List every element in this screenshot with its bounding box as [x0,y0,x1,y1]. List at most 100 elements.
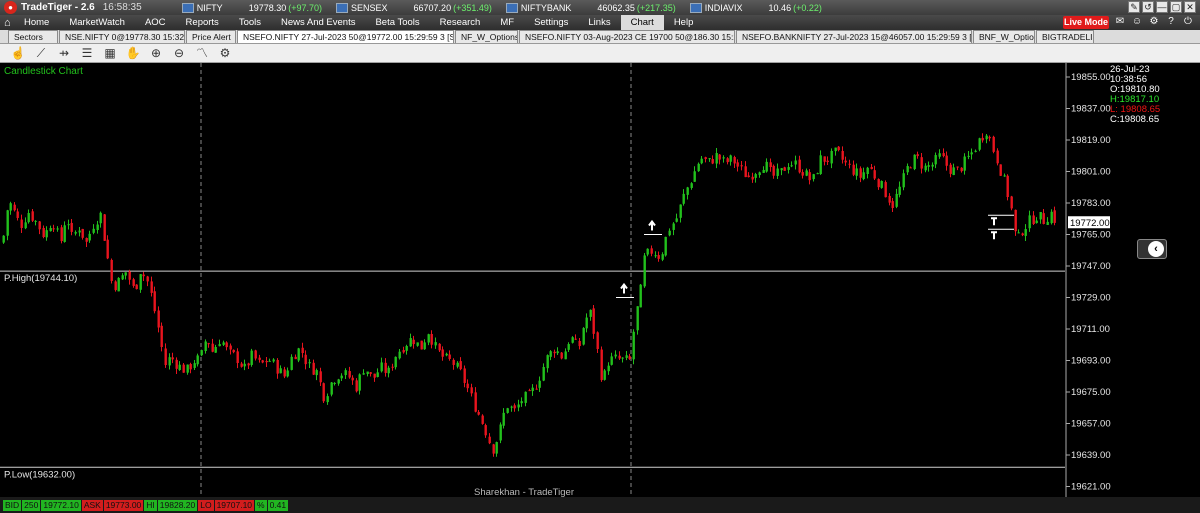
candle-body [42,227,45,238]
menu-item-marketwatch[interactable]: MarketWatch [59,15,135,30]
candle-body [218,344,221,347]
y-tick-label: 19639.00 [1071,450,1111,461]
gann-tool-icon[interactable]: ▦ [102,45,118,61]
candle-body [1006,175,1009,198]
tab-4[interactable]: NF_W_Options [455,30,518,43]
line-tool-icon[interactable]: ⇸ [56,45,72,61]
close-icon[interactable]: ✕ [1184,1,1196,13]
candle-body [812,174,815,180]
menu-item-reports[interactable]: Reports [176,15,229,30]
candle-body [664,236,667,256]
candle-body [175,359,178,369]
home-icon[interactable]: ⌂ [4,17,18,29]
candle-body [204,341,207,352]
candle-body [841,150,844,160]
candle-body [679,204,682,218]
candle-body [225,342,228,348]
edit-icon[interactable]: ✎ [1128,1,1140,13]
refresh-icon[interactable]: ↺ [1142,1,1154,13]
chart-settings-icon[interactable]: ⚙ [217,45,233,61]
user-icon[interactable]: ☺ [1131,16,1143,28]
zoom-in-icon[interactable]: ⊕ [148,45,164,61]
candle-body [398,351,401,359]
menu-item-links[interactable]: Links [578,15,620,30]
minimize-icon[interactable]: — [1156,1,1168,13]
menu-item-chart[interactable]: Chart [620,15,664,30]
candle-body [873,170,876,179]
ticker-sensex[interactable]: SENSEX 66707.20 (+351.49) [336,1,492,15]
candle-body [600,349,603,381]
candle-body [553,351,556,354]
candle-body [639,284,642,308]
trendline-tool-icon[interactable]: ⟋ [33,45,49,61]
candle-body [582,328,585,345]
help-icon[interactable]: ? [1165,16,1177,28]
chart-canvas[interactable]: 19855.00 19837.00 19819.00 19801.00 19783.00… [0,63,1200,497]
candle-body [556,351,559,354]
chart-scroll-button[interactable]: ‹ [1137,239,1167,259]
candle-body [974,150,977,152]
window-controls: ✎ ↺ — ▢ ✕ [1128,1,1196,13]
maximize-icon[interactable]: ▢ [1170,1,1182,13]
reference-line-label: P.High(19744.10) [4,273,77,284]
candle-body [538,380,541,388]
candle-body [736,162,739,167]
ticker-name: SENSEX [351,2,388,13]
menu-item-help[interactable]: Help [664,15,704,30]
menu-item-settings[interactable]: Settings [524,15,578,30]
tab-0[interactable]: Sectors [8,30,58,43]
settings-icon[interactable]: ⚙ [1148,16,1160,28]
candle-body [232,349,235,353]
zoom-out-icon[interactable]: ⊖ [171,45,187,61]
menu-item-beta-tools[interactable]: Beta Tools [365,15,429,30]
menu-item-tools[interactable]: Tools [229,15,271,30]
candlestick-chart[interactable]: 19855.00 19837.00 19819.00 19801.00 19783.00… [0,63,1200,498]
menu-item-home[interactable]: Home [24,15,59,30]
candle-body [348,371,351,378]
menu-item-news-and-events[interactable]: News And Events [271,15,365,30]
menu-bar: ⌂ Home MarketWatch AOC Reports Tools News And… [0,15,1200,30]
candle-body [459,361,462,370]
candle-body [427,334,430,343]
candle-body [88,233,91,241]
tab-7[interactable]: BNF_W_Options [973,30,1035,43]
candle-body [758,172,761,176]
candle-body [1010,196,1013,209]
candle-body [124,272,127,276]
candle-body [945,155,948,166]
menu-item-aoc[interactable]: AOC [135,15,176,30]
tab-8[interactable]: BIGTRADELIST [1036,30,1094,43]
candle-body [466,383,469,389]
candle-body [718,154,721,160]
ticker-indiavix[interactable]: INDIAVIX 10.46 (+0.22) [689,1,822,15]
live-mode-button[interactable]: Live Mode [1063,16,1109,29]
fibonacci-tool-icon[interactable]: ☰ [79,45,95,61]
tab-3[interactable]: NSEFO.NIFTY 27-Jul-2023 50@19772.00 15:2… [237,30,454,43]
menu-item-mf[interactable]: MF [490,15,524,30]
candle-body [150,281,153,293]
candle-body [978,138,981,150]
ticker-nifty[interactable]: NIFTY 19778.30 (+97.70) [181,1,322,15]
pan-tool-icon[interactable]: ✋ [125,45,141,61]
candle-body [643,255,646,287]
candle-body [654,255,657,257]
menu-item-research[interactable]: Research [430,15,491,30]
candle-body [290,356,293,370]
candle-body [441,349,444,357]
message-icon[interactable]: ✉ [1114,16,1126,28]
candle-body [852,164,855,175]
tab-2[interactable]: Price Alert [186,30,236,43]
ticker-change: (+217.35) [636,2,676,13]
pointer-tool-icon[interactable]: ☝ [10,45,26,61]
power-icon[interactable]: ⏻ [1182,16,1194,28]
candle-body [456,362,459,367]
tab-6[interactable]: NSEFO.BANKNIFTY 27-Jul-2023 15@46057.00 … [736,30,972,43]
candle-body [434,342,437,346]
candle-body [931,164,934,167]
tab-1[interactable]: NSE.NIFTY 0@19778.30 15:32:44 3 [59,30,185,43]
candle-body [24,222,27,229]
ticker-niftybank[interactable]: NIFTYBANK 46062.35 (+217.35) [505,1,676,15]
candle-body [412,339,415,345]
indicator-icon[interactable]: 〽 [194,45,210,61]
tab-5[interactable]: NSEFO.NIFTY 03-Aug-2023 CE 19700 50@186.… [519,30,735,43]
